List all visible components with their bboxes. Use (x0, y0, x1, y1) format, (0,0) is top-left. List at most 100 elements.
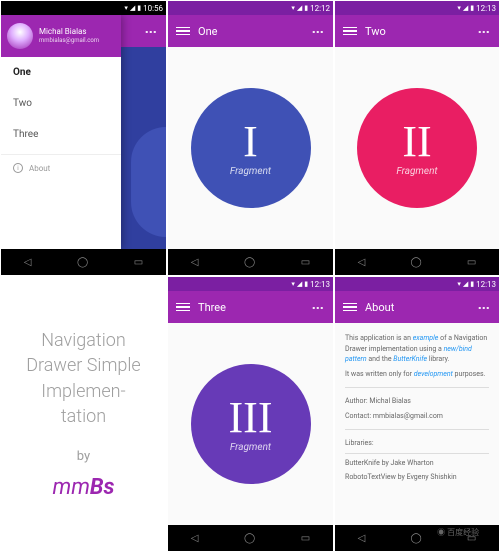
screenshot-about: ▾ ◢ ▮ 12:13 About ⋮ This application is … (334, 276, 500, 552)
info-panel: Navigation Drawer Simple Implemen-tation… (0, 276, 167, 552)
status-bar: ▾ ◢ ▮ 12:12 (168, 1, 333, 15)
watermark: ◉ 百度经验 jingyan.baidu.com (437, 527, 494, 546)
overflow-menu-icon[interactable]: ⋮ (477, 26, 491, 36)
status-bar: ▾ ◢ ▮ 10:56 (1, 1, 166, 15)
battery-icon: ▮ (470, 280, 474, 288)
wifi-icon: ▾ (124, 4, 128, 12)
screenshot-three: ▾ ◢ ▮ 12:13 Three ⋮ III Fragment ◁ ◯ ▭ (167, 276, 334, 552)
overflow-menu-icon[interactable]: ⋮ (311, 302, 325, 312)
back-button[interactable]: ◁ (191, 257, 199, 268)
battery-icon: ▮ (137, 4, 141, 12)
about-label: About (29, 164, 50, 173)
screen-title: About (365, 301, 477, 314)
app-bar: Two ⋮ (335, 15, 499, 47)
overflow-menu-icon[interactable]: ⋮ (311, 26, 325, 36)
hamburger-icon[interactable] (176, 27, 190, 36)
battery-icon: ▮ (304, 280, 308, 288)
libraries-label: Libraries: (345, 438, 489, 449)
library-1: ButterKnife by Jake Wharton (345, 458, 489, 469)
recents-button[interactable]: ▭ (301, 533, 310, 544)
drawer-item-one[interactable]: One (1, 57, 121, 88)
app-bar: One ⋮ (168, 15, 333, 47)
home-button[interactable]: ◯ (244, 257, 255, 268)
fragment-body: I Fragment (168, 47, 333, 249)
hamburger-icon[interactable] (176, 303, 190, 312)
battery-icon: ▮ (304, 4, 308, 12)
home-button[interactable]: ◯ (411, 257, 422, 268)
signal-icon: ◢ (297, 4, 302, 12)
screenshot-one: ▾ ◢ ▮ 12:12 One ⋮ I Fragment ◁ ◯ ▭ (167, 0, 334, 276)
about-author: Author: Michal Bialas (345, 396, 489, 407)
hamburger-icon[interactable] (343, 27, 357, 36)
status-bar: ▾ ◢ ▮ 12:13 (335, 277, 499, 291)
roman-numeral: I (243, 120, 258, 164)
android-nav-bar: ◁ ◯ ▭ (168, 249, 333, 275)
info-title: Navigation Drawer Simple Implemen-tation (21, 328, 146, 429)
status-time: 12:13 (310, 280, 330, 289)
app-bar: About ⋮ (335, 291, 499, 323)
wifi-icon: ▾ (457, 280, 461, 288)
recents-button[interactable]: ▭ (134, 257, 143, 268)
fragment-body: III Fragment (168, 323, 333, 525)
signal-icon: ◢ (463, 280, 468, 288)
back-button[interactable]: ◁ (24, 257, 32, 268)
baidu-logo-icon: ◉ 百度经验 (437, 528, 479, 537)
circle-peek (131, 127, 166, 237)
user-email: mmbialas@gmail.com (39, 37, 99, 45)
overflow-menu-icon[interactable]: ⋮ (477, 302, 491, 312)
about-body: This application is an example of a Navi… (335, 323, 499, 525)
info-icon: i (13, 163, 23, 173)
screen-title: Three (198, 301, 311, 314)
back-button[interactable]: ◁ (358, 533, 366, 544)
recents-button[interactable]: ▭ (301, 257, 310, 268)
about-text-2: It was written only for development purp… (345, 369, 489, 380)
status-time: 10:56 (143, 4, 163, 13)
about-text-1: This application is an example of a Navi… (345, 333, 489, 365)
drawer-item-three[interactable]: Three (1, 119, 121, 150)
signal-icon: ◢ (297, 280, 302, 288)
screen-title: One (198, 25, 311, 38)
android-nav-bar: ◁ ◯ ▭ (335, 249, 499, 275)
status-time: 12:12 (310, 4, 330, 13)
home-button[interactable]: ◯ (244, 533, 255, 544)
user-info: Michal Bialas mmbialas@gmail.com (39, 27, 99, 45)
wifi-icon: ▾ (291, 4, 295, 12)
library-2: RobotoTextView by Evgeny Shishkin (345, 472, 489, 483)
drawer-item-about[interactable]: i About (1, 154, 121, 181)
info-logo: mmBs (52, 474, 114, 500)
back-button[interactable]: ◁ (191, 533, 199, 544)
fragment-circle: I Fragment (191, 88, 311, 208)
navigation-drawer: Michal Bialas mmbialas@gmail.com One Two… (1, 15, 121, 249)
battery-icon: ▮ (470, 4, 474, 12)
fragment-label: Fragment (230, 166, 271, 177)
drawer-header[interactable]: Michal Bialas mmbialas@gmail.com (1, 15, 121, 57)
screen-title: Two (365, 25, 477, 38)
fragment-circle: III Fragment (191, 364, 311, 484)
overflow-menu-icon[interactable]: ⋮ (144, 26, 158, 36)
fragment-label: Fragment (396, 166, 437, 177)
wifi-icon: ▾ (291, 280, 295, 288)
status-bar: ▾ ◢ ▮ 12:13 (168, 277, 333, 291)
screenshot-two: ▾ ◢ ▮ 12:13 Two ⋮ II Fragment ◁ ◯ ▭ (334, 0, 500, 276)
home-button[interactable]: ◯ (77, 257, 88, 268)
status-time: 12:13 (476, 280, 496, 289)
fragment-label: Fragment (230, 442, 271, 453)
watermark-text: jingyan.baidu.com (437, 538, 494, 546)
drawer-item-two[interactable]: Two (1, 88, 121, 119)
wifi-icon: ▾ (457, 4, 461, 12)
fragment-circle: II Fragment (357, 88, 477, 208)
signal-icon: ◢ (463, 4, 468, 12)
roman-numeral: II (402, 120, 431, 164)
android-nav-bar: ◁ ◯ ▭ (1, 249, 166, 275)
android-nav-bar: ◁ ◯ ▭ (168, 525, 333, 551)
status-time: 12:13 (476, 4, 496, 13)
signal-icon: ◢ (130, 4, 135, 12)
avatar (7, 23, 33, 49)
back-button[interactable]: ◁ (358, 257, 366, 268)
screenshot-drawer: ▾ ◢ ▮ 10:56 NavigationDrawerSI ⋮ Michal … (0, 0, 167, 276)
hamburger-icon[interactable] (343, 303, 357, 312)
fragment-body: II Fragment (335, 47, 499, 249)
roman-numeral: III (229, 396, 273, 440)
recents-button[interactable]: ▭ (467, 257, 476, 268)
home-button[interactable]: ◯ (411, 533, 422, 544)
